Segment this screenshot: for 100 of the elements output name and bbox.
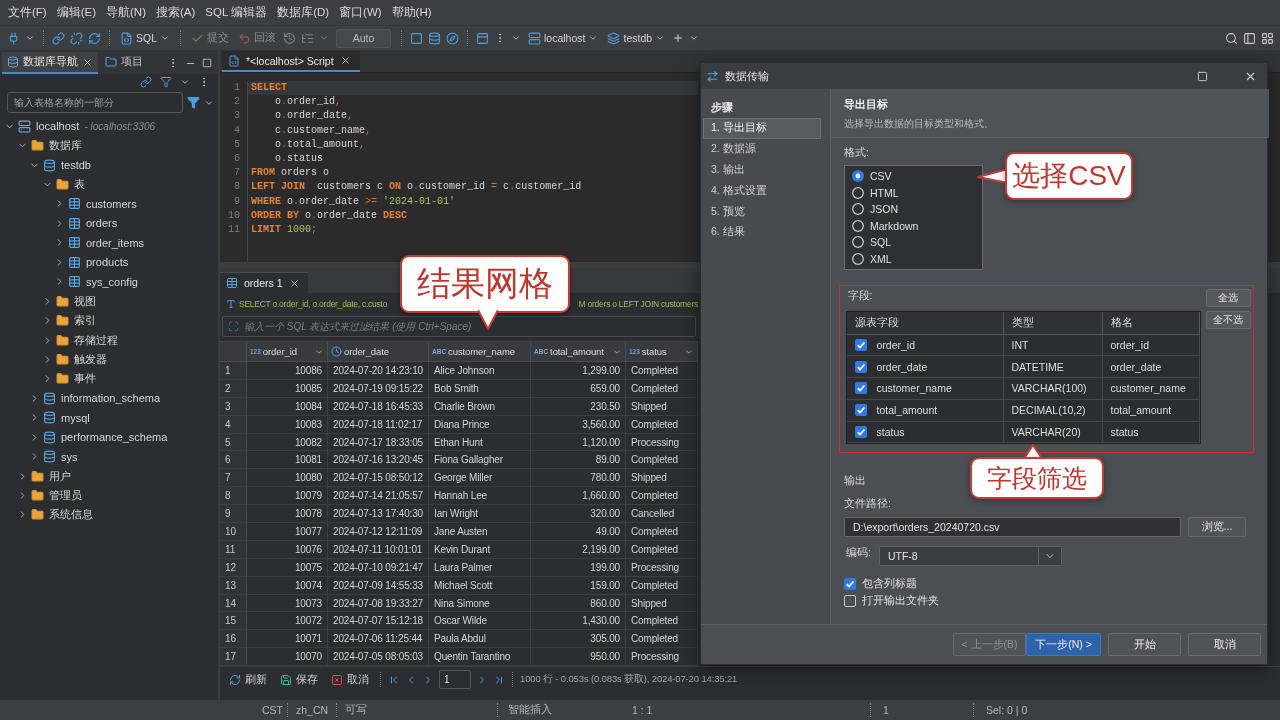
database-selector[interactable]: testdb bbox=[605, 28, 668, 48]
dialog-button[interactable]: 取消 bbox=[1188, 633, 1261, 656]
encoding-select[interactable]: UTF-8 bbox=[878, 546, 1062, 566]
radio-option[interactable]: JSON bbox=[852, 201, 898, 218]
step-item[interactable]: 3. 输出 bbox=[703, 159, 821, 181]
link-icon[interactable] bbox=[52, 31, 65, 45]
radio-button[interactable] bbox=[852, 236, 864, 249]
caret-icon[interactable] bbox=[689, 33, 700, 43]
database-icon[interactable] bbox=[428, 31, 441, 45]
step-item[interactable]: 6. 结果 bbox=[703, 222, 821, 243]
tree-item[interactable]: 用户 bbox=[30, 468, 73, 484]
last-page-icon[interactable] bbox=[493, 673, 505, 686]
tree-item[interactable]: performance_schema bbox=[43, 430, 170, 444]
editor-tab[interactable]: *<localhost> Script bbox=[222, 51, 360, 72]
tree-item[interactable]: 管理员 bbox=[30, 488, 84, 504]
menu-item[interactable]: 文件(F) bbox=[7, 5, 48, 20]
maximize-icon[interactable] bbox=[202, 58, 212, 68]
step-item[interactable]: 4. 格式设置 bbox=[703, 180, 821, 202]
funnel-icon[interactable] bbox=[160, 76, 172, 88]
caret-icon[interactable] bbox=[319, 33, 329, 43]
checkbox[interactable] bbox=[854, 426, 867, 439]
checkbox-option[interactable]: 包含列标题 bbox=[844, 576, 917, 593]
select-all-button[interactable]: 全选 bbox=[1205, 289, 1251, 307]
tree-item[interactable]: 表 bbox=[55, 177, 87, 193]
step-item[interactable]: 2. 数据源 bbox=[703, 138, 821, 160]
plug-icon[interactable] bbox=[7, 31, 20, 45]
sql-editor-button[interactable]: SQL bbox=[118, 28, 172, 48]
square-icon[interactable] bbox=[410, 31, 423, 45]
unlink-icon[interactable] bbox=[70, 31, 83, 45]
first-page-icon[interactable] bbox=[388, 673, 400, 686]
tree-item[interactable]: sys_config bbox=[68, 275, 140, 289]
file-path-field[interactable]: D:\export\orders_20240720.csv bbox=[844, 517, 1181, 537]
menu-item[interactable]: 数据库(D) bbox=[276, 5, 331, 20]
tree-item[interactable]: orders bbox=[68, 216, 120, 230]
step-item[interactable]: 5. 预览 bbox=[703, 201, 821, 222]
result-tab[interactable]: orders 1 bbox=[220, 272, 308, 293]
tree-item[interactable]: testdb bbox=[43, 158, 93, 172]
panel-tab[interactable]: 数据库导航 bbox=[2, 52, 98, 74]
checkbox[interactable] bbox=[844, 578, 856, 591]
grid-icon[interactable] bbox=[1261, 31, 1274, 45]
footer-button[interactable]: 取消 bbox=[327, 669, 373, 690]
table-filter-field[interactable]: 输入表格名称的一部分 bbox=[7, 92, 183, 113]
select-none-button[interactable]: 全不选 bbox=[1205, 311, 1251, 329]
transaction-mode-button[interactable]: Auto bbox=[336, 28, 391, 48]
menu-item[interactable]: 帮助(H) bbox=[390, 5, 433, 20]
step-item[interactable]: 1. 导出目标 bbox=[703, 118, 821, 139]
checkbox[interactable] bbox=[854, 382, 867, 395]
funnel-icon[interactable] bbox=[187, 96, 200, 109]
maximize-icon[interactable] bbox=[1197, 70, 1208, 82]
browse-button[interactable]: 浏览... bbox=[1188, 517, 1246, 537]
menu-item[interactable]: SQL 编辑器 bbox=[204, 5, 269, 20]
plus-icon[interactable] bbox=[672, 32, 685, 44]
footer-button[interactable]: 刷新 bbox=[225, 669, 271, 690]
radio-button[interactable] bbox=[852, 219, 864, 232]
panel-icon[interactable] bbox=[476, 31, 489, 45]
tree-item[interactable]: 触发器 bbox=[55, 351, 109, 367]
list-tree-icon[interactable] bbox=[301, 31, 314, 45]
history-icon[interactable] bbox=[283, 31, 296, 45]
checkbox[interactable] bbox=[854, 338, 867, 351]
radio-option[interactable]: CSV bbox=[852, 168, 892, 185]
tree-item[interactable]: mysql bbox=[43, 411, 92, 425]
menu-item[interactable]: 编辑(E) bbox=[55, 5, 98, 20]
caret-icon[interactable] bbox=[180, 77, 190, 87]
tree-item[interactable]: 视图 bbox=[55, 293, 98, 309]
link-icon[interactable] bbox=[140, 76, 152, 88]
checkbox[interactable] bbox=[844, 594, 856, 607]
radio-option[interactable]: SQL bbox=[852, 234, 891, 251]
radio-option[interactable]: Markdown bbox=[852, 217, 919, 234]
radio-button[interactable] bbox=[852, 186, 864, 199]
menu-item[interactable]: 搜索(A) bbox=[155, 5, 197, 20]
radio-button[interactable] bbox=[852, 170, 864, 183]
radio-option[interactable]: XML bbox=[852, 250, 892, 267]
tree-item[interactable]: 存储过程 bbox=[55, 332, 120, 348]
tree-item[interactable]: information_schema bbox=[43, 391, 163, 405]
tree-item[interactable]: products bbox=[68, 255, 131, 269]
panel-tab[interactable]: 项目 bbox=[100, 52, 148, 74]
tree-item[interactable]: 数据库 bbox=[30, 138, 84, 154]
checkbox-option[interactable]: 打开输出文件夹 bbox=[844, 592, 939, 609]
refresh-icon[interactable] bbox=[88, 31, 101, 45]
radio-button[interactable] bbox=[852, 252, 864, 265]
caret-icon[interactable] bbox=[25, 33, 35, 43]
tree-item[interactable]: localhost - localhost:3306 bbox=[18, 119, 158, 133]
dialog-button[interactable]: 下一步(N) > bbox=[1026, 633, 1101, 656]
search-icon[interactable] bbox=[1225, 31, 1238, 45]
tree-item[interactable]: sys bbox=[43, 450, 80, 464]
page-field[interactable]: 1 bbox=[439, 670, 471, 690]
radio-option[interactable]: HTML bbox=[852, 184, 899, 201]
panel-icon[interactable] bbox=[1243, 31, 1256, 45]
menu-item[interactable]: 导航(N) bbox=[105, 5, 147, 20]
tree-item[interactable]: order_items bbox=[68, 236, 147, 250]
dialog-button[interactable]: 开始 bbox=[1108, 633, 1181, 656]
tree-item[interactable]: 事件 bbox=[55, 371, 98, 387]
tree-item[interactable]: customers bbox=[68, 197, 139, 211]
connection-selector[interactable]: localhost bbox=[526, 28, 601, 48]
radio-button[interactable] bbox=[852, 203, 864, 216]
checkbox[interactable] bbox=[854, 404, 867, 417]
column-header[interactable]: order_date bbox=[328, 342, 429, 361]
tree-item[interactable]: 索引 bbox=[55, 313, 98, 329]
compass-icon[interactable] bbox=[446, 31, 459, 45]
footer-button[interactable]: 保存 bbox=[276, 669, 322, 690]
